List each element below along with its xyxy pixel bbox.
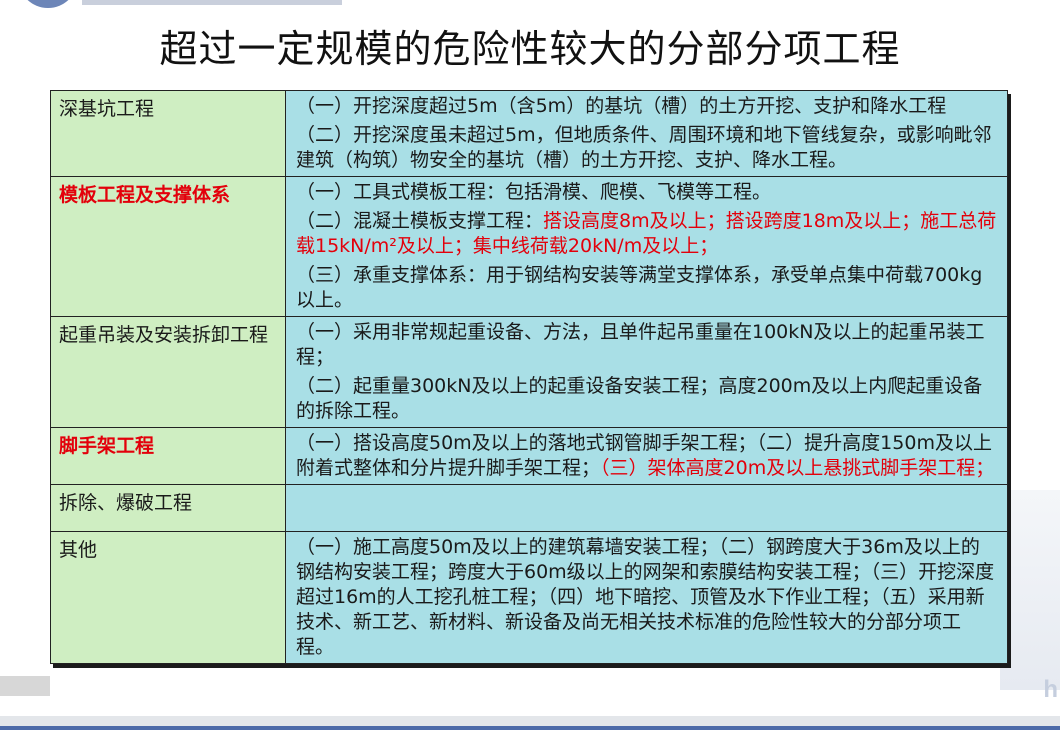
description-cell [285,484,1008,532]
description-cell: （一）工具式模板工程：包括滑模、爬模、飞模等工程。 （二）混凝土模板支撑工程：搭设… [285,176,1008,317]
description-paragraph: （一）开挖深度超过5m（含5m）的基坑（槽）的土方开挖、支护和降水工程 [296,94,997,119]
table-row: 深基坑工程 （一）开挖深度超过5m（含5m）的基坑（槽）的土方开挖、支护和降水工程… [50,90,1008,177]
table-row: 拆除、爆破工程 [50,484,1008,532]
description-paragraph: （一）搭设高度50m及以上的落地式钢管脚手架工程；（二）提升高度150m及以上附… [296,431,997,481]
slide-title: 超过一定规模的危险性较大的分部分项工程 [159,27,901,71]
description-paragraph: （一）采用非常规起重设备、方法，且单件起吊重量在100kN及以上的起重吊装工程； [296,320,997,370]
description-paragraph: （一）工具式模板工程：包括滑模、爬模、飞模等工程。 [296,180,997,205]
description-paragraph: （二）起重量300kN及以上的起重设备安装工程；高度200m及以上内爬起重设备的… [296,374,997,424]
left-decoration [0,676,50,696]
description-cell: （一）施工高度50m及以上的建筑幕墙安装工程；（二）钢跨度大于36m及以上的钢结… [285,531,1008,664]
description-text: （一）工具式模板工程：包括滑模、爬模、飞模等工程。 [296,181,772,203]
category-cell: 脚手架工程 [50,427,286,485]
category-cell: 模板工程及支撑体系 [50,176,286,317]
category-cell: 起重吊装及安装拆卸工程 [50,316,286,428]
logo-arc [18,0,78,8]
watermark-text: h [1043,676,1058,703]
background-watermark [1000,490,1060,690]
description-paragraph: （二）混凝土模板支撑工程：搭设高度8m及以上；搭设跨度18m及以上；施工总荷载1… [296,209,997,259]
table-row: 起重吊装及安装拆卸工程 （一）采用非常规起重设备、方法，且单件起吊重量在100kN… [50,316,1008,428]
table-row: 模板工程及支撑体系 （一）工具式模板工程：包括滑模、爬模、飞模等工程。 （二）混凝土… [50,176,1008,317]
description-text: （二）混凝土模板支撑工程： [296,210,544,232]
description-text: （一）采用非常规起重设备、方法，且单件起吊重量在100kN及以上的起重吊装工程； [296,321,985,368]
description-cell: （一）开挖深度超过5m（含5m）的基坑（槽）的土方开挖、支护和降水工程 （二）开挖… [285,90,1008,177]
category-cell: 拆除、爆破工程 [50,484,286,532]
description-cell: （一）采用非常规起重设备、方法，且单件起吊重量在100kN及以上的起重吊装工程；… [285,316,1008,428]
footer-line [0,726,1060,730]
category-cell: 其他 [50,531,286,664]
description-paragraph: （一）施工高度50m及以上的建筑幕墙安装工程；（二）钢跨度大于36m及以上的钢结… [296,535,997,660]
category-cell: 深基坑工程 [50,90,286,177]
logo-strip [82,0,342,5]
description-text: （一）开挖深度超过5m（含5m）的基坑（槽）的土方开挖、支护和降水工程 [296,95,947,117]
table-row: 脚手架工程 （一）搭设高度50m及以上的落地式钢管脚手架工程；（二）提升高度150… [50,427,1008,485]
description-text: （一）施工高度50m及以上的建筑幕墙安装工程；（二）钢跨度大于36m及以上的钢结… [296,536,995,658]
description-text: （二）起重量300kN及以上的起重设备安装工程；高度200m及以上内爬起重设备的… [296,375,983,422]
hazard-table: 深基坑工程 （一）开挖深度超过5m（含5m）的基坑（槽）的土方开挖、支护和降水工程… [50,90,1008,664]
highlighted-requirement: （三）架体高度20m及以上悬挑式脚手架工程； [600,457,995,479]
table-row: 其他 （一）施工高度50m及以上的建筑幕墙安装工程；（二）钢跨度大于36m及以上的… [50,531,1008,664]
description-cell: （一）搭设高度50m及以上的落地式钢管脚手架工程；（二）提升高度150m及以上附… [285,427,1008,485]
description-text: （二）开挖深度虽未超过5m，但地质条件、周围环境和地下管线复杂，或影响毗邻建筑（… [296,124,992,171]
description-paragraph: （三）承重支撑体系：用于钢结构安装等满堂支撑体系，承受单点集中荷载700kg以上… [296,263,997,313]
description-paragraph: （二）开挖深度虽未超过5m，但地质条件、周围环境和地下管线复杂，或影响毗邻建筑（… [296,123,997,173]
description-text: （三）承重支撑体系：用于钢结构安装等满堂支撑体系，承受单点集中荷载700kg以上… [296,264,983,311]
